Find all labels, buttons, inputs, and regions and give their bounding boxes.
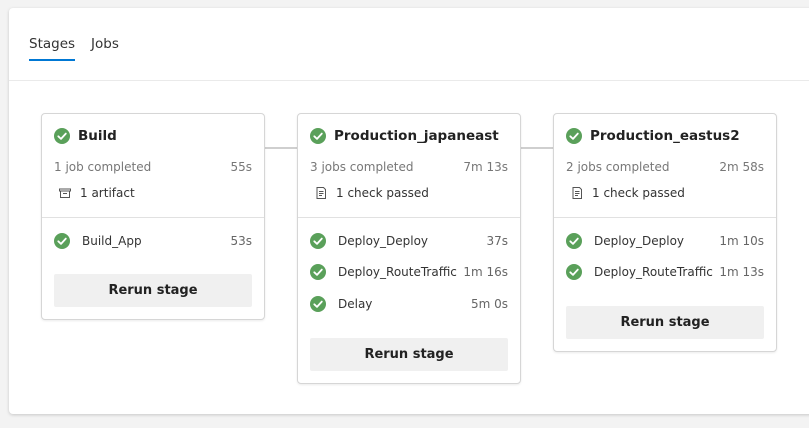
stage-divider (554, 217, 776, 218)
rerun-stage-button[interactable]: Rerun stage (310, 338, 508, 371)
job-row[interactable]: Deploy_Deploy 1m 10s (566, 231, 764, 251)
job-name: Deploy_RouteTraffic (594, 265, 713, 279)
stage-connector (521, 147, 553, 149)
stage-title: Build (78, 128, 117, 144)
job-name: Deploy_Deploy (594, 234, 685, 248)
stage-duration: 2m 58s (719, 160, 764, 174)
checks-link[interactable]: 1 check passed (314, 186, 429, 200)
tab-jobs[interactable]: Jobs (91, 36, 119, 60)
stage-title: Production_japaneast (334, 128, 499, 144)
stage-connector (265, 147, 297, 149)
success-check-icon (54, 233, 70, 249)
job-row[interactable]: Deploy_RouteTraffic 1m 13s (566, 262, 764, 282)
job-row[interactable]: Deploy_Deploy 37s (310, 231, 508, 251)
stage-status: 1 job completed (54, 160, 152, 174)
success-check-icon (310, 128, 326, 144)
job-name: Delay (338, 297, 373, 311)
job-row[interactable]: Deploy_RouteTraffic 1m 16s (310, 262, 508, 282)
job-duration: 37s (486, 234, 508, 248)
success-check-icon (310, 296, 326, 312)
artifact-link[interactable]: 1 artifact (58, 186, 135, 200)
job-duration: 53s (230, 234, 252, 248)
job-duration: 5m 0s (470, 297, 508, 311)
stage-card-build[interactable]: Build 1 job completed 55s 1 artifact Bui… (41, 113, 265, 320)
rerun-stage-button[interactable]: Rerun stage (54, 274, 252, 307)
stage-title: Production_eastus2 (590, 128, 740, 144)
stage-divider (42, 217, 264, 218)
tab-stages[interactable]: Stages (29, 36, 76, 61)
stage-status: 3 jobs completed (310, 160, 414, 174)
job-row[interactable]: Delay 5m 0s (310, 294, 508, 314)
stage-status: 2 jobs completed (566, 160, 670, 174)
checks-label: 1 check passed (592, 186, 685, 200)
success-check-icon (54, 128, 70, 144)
tab-divider (9, 80, 809, 81)
job-name: Build_App (82, 234, 142, 248)
success-check-icon (566, 264, 582, 280)
job-duration: 1m 10s (719, 234, 764, 248)
artifact-label: 1 artifact (80, 186, 135, 200)
job-name: Deploy_Deploy (338, 234, 429, 248)
stage-card-production-japaneast[interactable]: Production_japaneast 3 jobs completed 7m… (297, 113, 521, 384)
stage-divider (298, 217, 520, 218)
tab-bar: Stages Jobs (29, 36, 119, 61)
success-check-icon (310, 264, 326, 280)
stage-duration: 7m 13s (463, 160, 508, 174)
checklist-icon (572, 187, 582, 199)
success-check-icon (566, 233, 582, 249)
artifact-icon (59, 188, 71, 198)
job-duration: 1m 16s (463, 265, 508, 279)
stage-card-production-eastus2[interactable]: Production_eastus2 2 jobs completed 2m 5… (553, 113, 777, 352)
rerun-stage-button[interactable]: Rerun stage (566, 306, 764, 339)
job-duration: 1m 13s (719, 265, 764, 279)
success-check-icon (310, 233, 326, 249)
checks-label: 1 check passed (336, 186, 429, 200)
checks-link[interactable]: 1 check passed (570, 186, 685, 200)
stage-duration: 55s (230, 160, 252, 174)
checklist-icon (316, 187, 326, 199)
job-row[interactable]: Build_App 53s (54, 231, 252, 251)
success-check-icon (566, 128, 582, 144)
job-name: Deploy_RouteTraffic (338, 265, 457, 279)
